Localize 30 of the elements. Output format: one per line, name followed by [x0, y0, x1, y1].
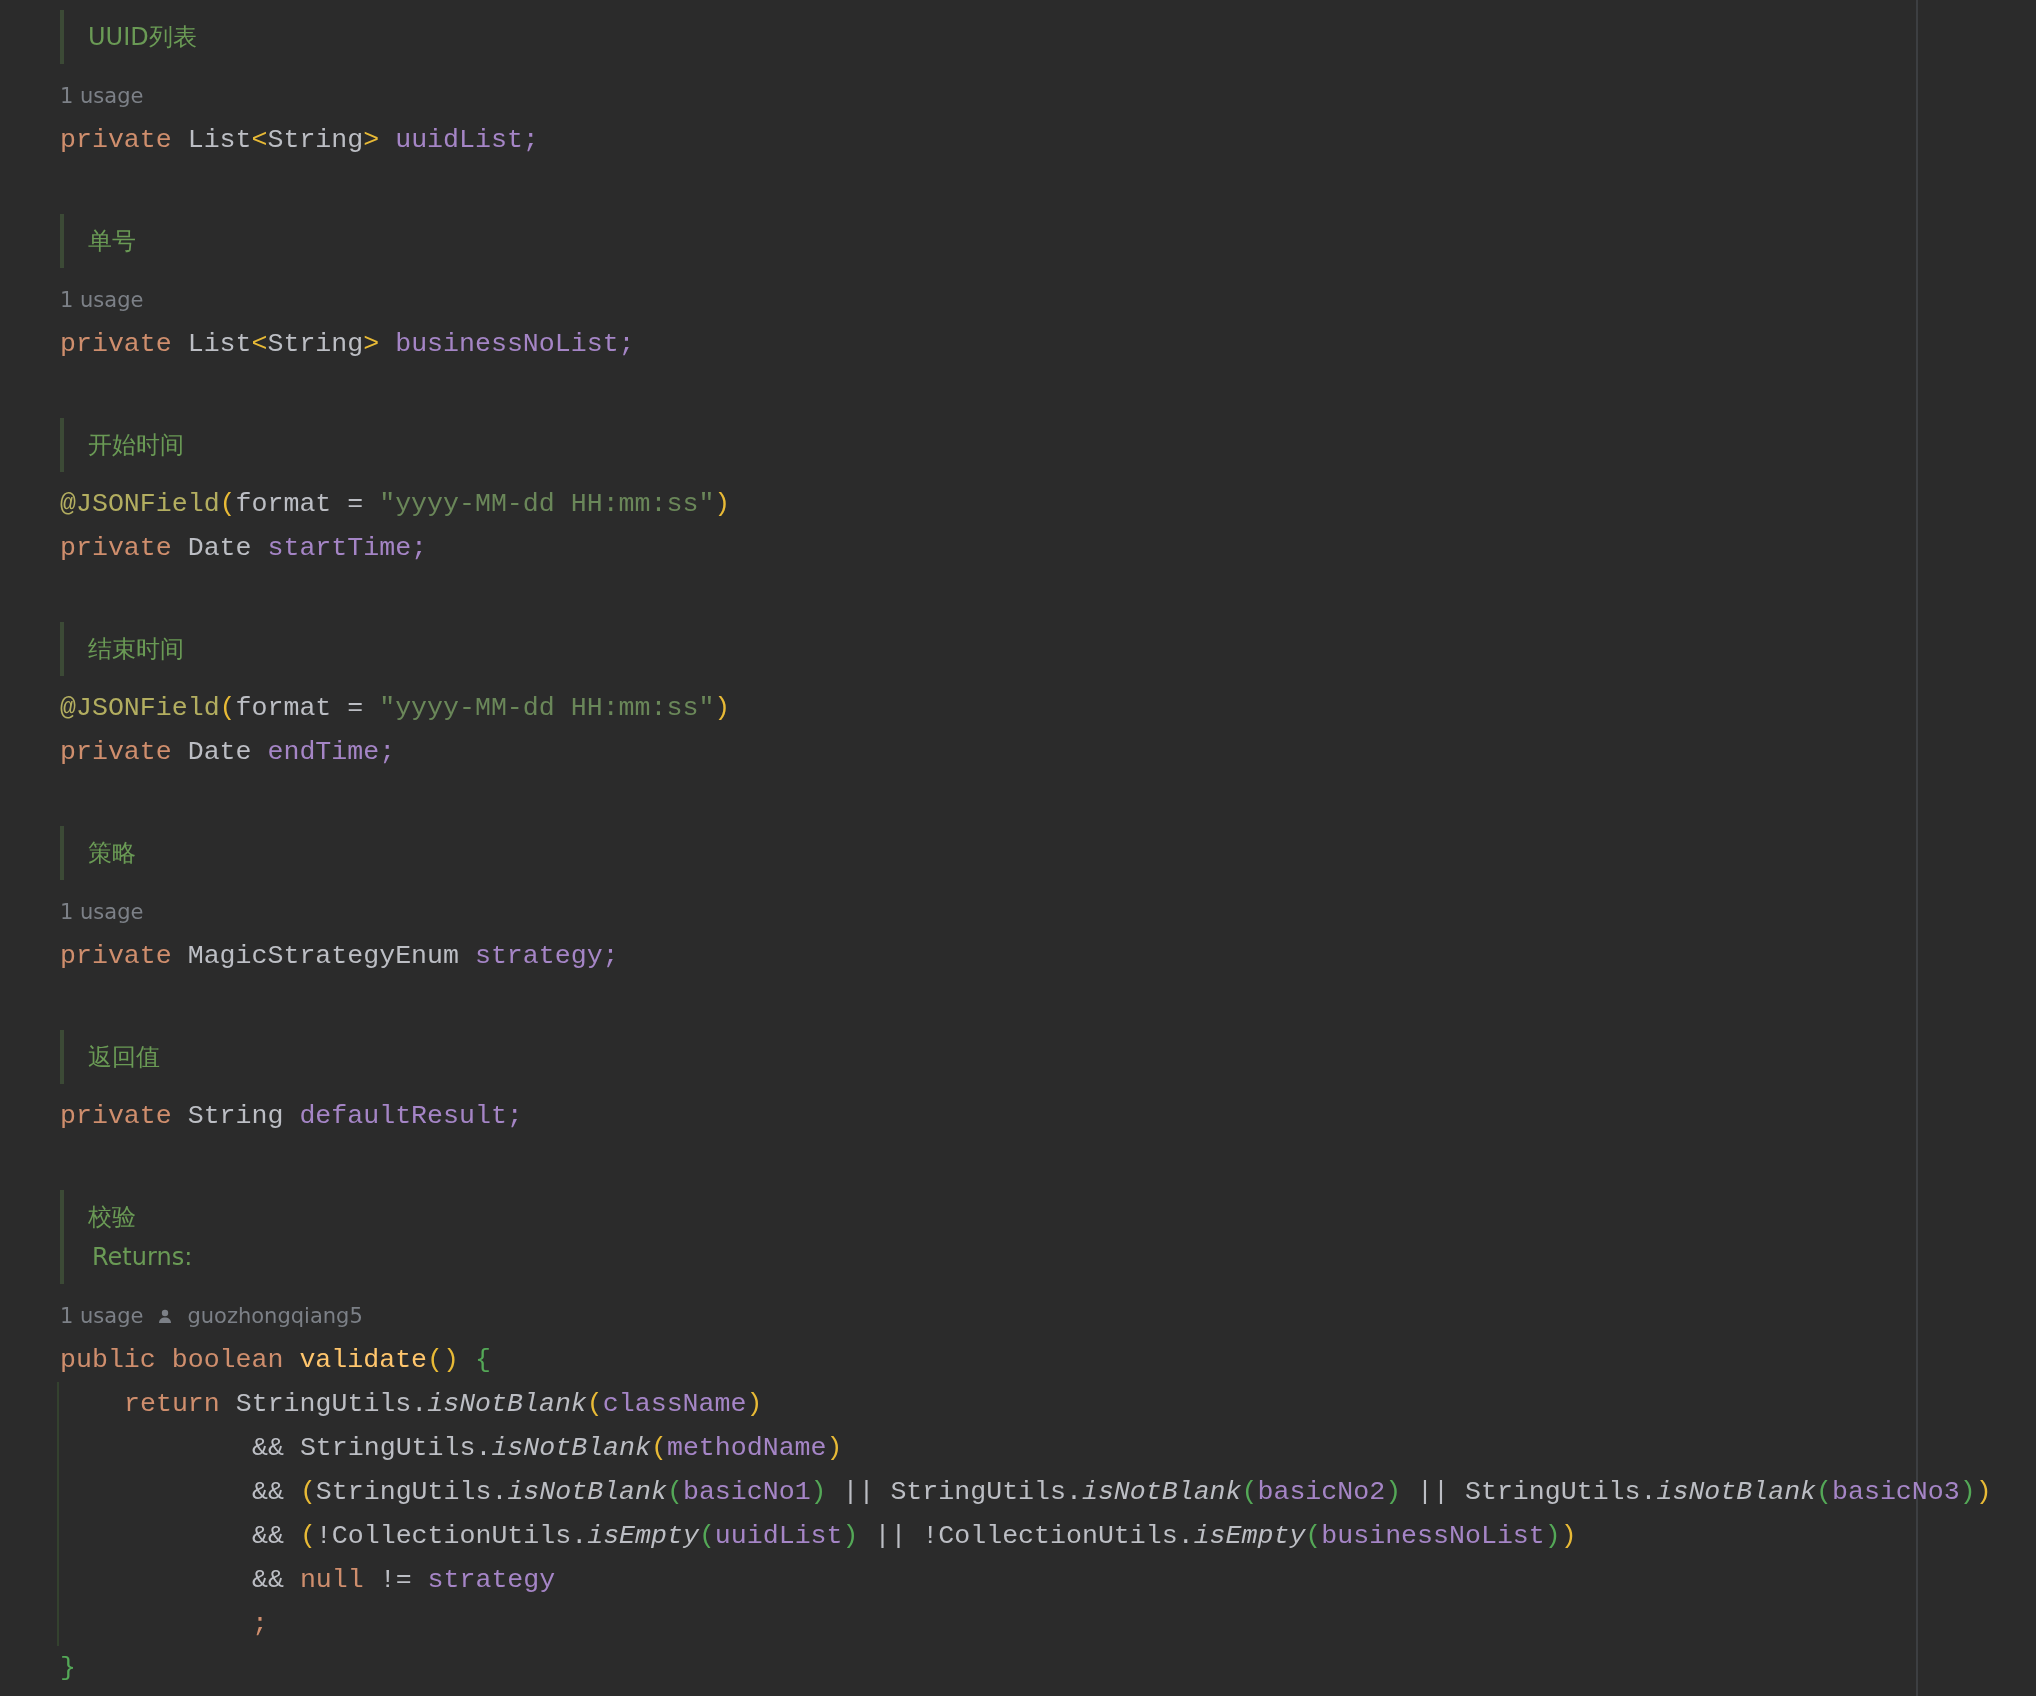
- comment-text: 结束时间: [88, 634, 184, 665]
- code-line: private List<String> uuidList;: [60, 124, 540, 157]
- usage-hint[interactable]: 1 usage: [60, 288, 144, 312]
- code-line: ;: [251, 1608, 269, 1641]
- comment-text: Returns:: [91, 1242, 193, 1273]
- code-line: public boolean validate() {: [60, 1344, 492, 1377]
- code-line: }: [60, 1652, 77, 1685]
- comment-text: UUID列表: [88, 22, 197, 53]
- comment-text: 开始时间: [88, 430, 184, 461]
- code-line: return StringUtils.isNotBlank(className): [123, 1388, 764, 1421]
- comment-text: 单号: [88, 226, 136, 257]
- code-line: private Date startTime;: [60, 532, 429, 565]
- code-line: && StringUtils.isNotBlank(methodName): [251, 1432, 844, 1465]
- code-line: private List<String> businessNoList;: [60, 328, 636, 361]
- comment-text: 策略: [88, 838, 136, 869]
- author-hint[interactable]: guozhongqiang5: [187, 1304, 363, 1328]
- usage-hint[interactable]: 1 usage: [60, 900, 144, 924]
- code-line: && null != strategy: [251, 1564, 557, 1597]
- person-icon: [157, 1308, 174, 1324]
- code-line: private Date endTime;: [60, 736, 397, 769]
- code-line: private String defaultResult;: [60, 1100, 524, 1133]
- code-line: private MagicStrategyEnum strategy;: [60, 940, 620, 973]
- code-line: @JSONField(format = "yyyy-MM-dd HH:mm:ss"): [60, 692, 732, 725]
- code-line: && (!CollectionUtils.isEmpty(uuidList) || !CollectionUtils.isEmpty(businessNoList)): [251, 1520, 1578, 1553]
- comment-text: 返回值: [88, 1042, 160, 1073]
- usage-hint[interactable]: 1 usage: [60, 84, 144, 108]
- code-line: && (StringUtils.isNotBlank(basicNo1) || StringUtils.isNotBlank(basicNo2) || StringUtils.isNotBlank(basicNo3)): [251, 1476, 1993, 1509]
- comment-text: 校验: [88, 1202, 136, 1233]
- code-line: @JSONField(format = "yyyy-MM-dd HH:mm:ss"): [60, 488, 732, 521]
- usage-hint[interactable]: 1 usage: [60, 1304, 144, 1328]
